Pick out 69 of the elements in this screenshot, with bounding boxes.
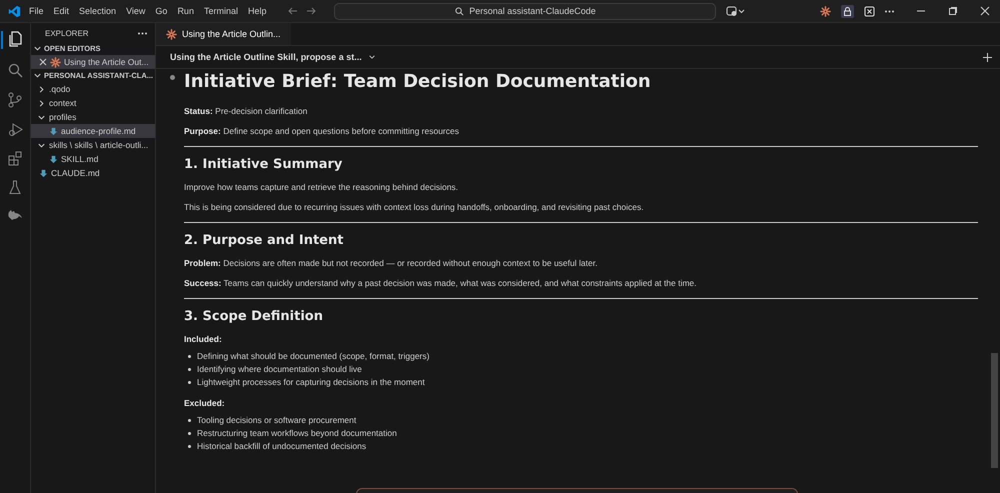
menu-item[interactable]: Run [173,4,198,18]
markdown-file-icon [49,126,58,136]
maximize-icon[interactable] [948,6,958,16]
bullet-icon [188,355,191,358]
menu-item[interactable]: Terminal [200,4,242,18]
list-item: Identifying where documentation should live [197,363,362,376]
paragraph: Status: Pre-decision clarification [184,106,308,116]
search-icon[interactable] [8,63,22,78]
menu-item[interactable]: Selection [75,4,120,18]
forward-arrow-icon[interactable] [306,6,316,16]
chevron-icon[interactable] [368,53,376,61]
list-item: Restructuring team workflows beyond documentation [197,427,397,440]
bullet-icon [188,445,191,448]
document-title: Initiative Brief: Team Decision Documentation [184,71,652,92]
menu-item[interactable]: Edit [50,4,74,18]
scrollbar[interactable] [991,353,998,468]
close-icon[interactable] [980,6,990,16]
source-control-icon[interactable] [8,92,22,108]
chat-title[interactable]: Using the Article Outline Skill, propose a st... [164,51,382,63]
lock-icon[interactable] [841,4,854,18]
section-heading: 1. Initiative Summary [184,157,344,172]
list-item: Lightweight processes for capturing decisions in the moment [197,376,425,389]
list-item: Historical backfill of undocumented decisions [197,440,366,453]
app-logo-icon[interactable] [8,4,21,18]
more-icon[interactable] [885,10,894,12]
list-item: Defining what should be documented (scope, format, triggers) [197,350,430,363]
folder-label[interactable]: .qodo [49,84,70,94]
list-item: Tooling decisions or software procurement [197,414,356,427]
folder-label[interactable]: profiles [49,112,76,122]
folder-label[interactable]: context [49,98,76,108]
paragraph: Purpose: Define scope and open questions before committing resources [184,126,460,136]
paragraph: Excluded: [184,398,226,408]
paragraph: Included: [184,334,223,344]
menu-item[interactable]: Go [151,4,172,18]
plus-icon[interactable] [983,52,992,62]
claude-icon [50,56,61,68]
section-heading: 2. Purpose and Intent [184,233,344,248]
section-heading: 3. Scope Definition [184,309,324,324]
extensions-icon[interactable] [8,151,22,166]
chevron-icon[interactable] [33,44,42,53]
files-icon[interactable] [8,31,22,47]
menu-item[interactable]: File [25,4,48,18]
claude-icon [820,6,831,16]
editor-tab[interactable]: Using the Article Outlin... [156,23,291,45]
sidebar-title: EXPLORER [45,29,89,38]
claude-icon [166,28,177,40]
creature-icon[interactable] [7,209,23,221]
file-label[interactable]: CLAUDE.md [51,168,100,178]
flask-icon[interactable] [8,180,22,195]
folder-label[interactable]: skills \ skills \ article-outli... [49,140,148,150]
close-icon[interactable] [39,58,47,66]
command-center[interactable]: Personal assistant-ClaudeCode [334,2,716,20]
bullet-icon [170,75,175,80]
bullet-icon [188,381,191,384]
run-debug-icon[interactable] [8,122,22,137]
paragraph: Success: Teams can quickly understand why a past decision was made, what was considered, and what constraints applied at the time. [184,278,698,288]
paragraph: This is being considered due to recurring issues with context loss during handoffs, onboarding, and revisiting past choices. [184,202,645,212]
menu-item[interactable]: Help [244,4,270,18]
bullet-icon [188,368,191,371]
close-panel-icon[interactable] [864,6,875,16]
paragraph: Improve how teams capture and retrieve the reasoning behind decisions. [184,182,460,192]
back-arrow-icon[interactable] [288,6,298,16]
search-icon[interactable] [455,6,464,16]
more-icon[interactable] [138,32,147,35]
file-label[interactable]: SKILL.md [61,154,98,164]
bullet-icon [188,419,191,422]
menu-item[interactable]: View [122,4,150,18]
paragraph: Problem: Decisions are often made but not recorded — or recorded without enough context to be useful later. [184,258,598,268]
bullet-icon [188,432,191,435]
